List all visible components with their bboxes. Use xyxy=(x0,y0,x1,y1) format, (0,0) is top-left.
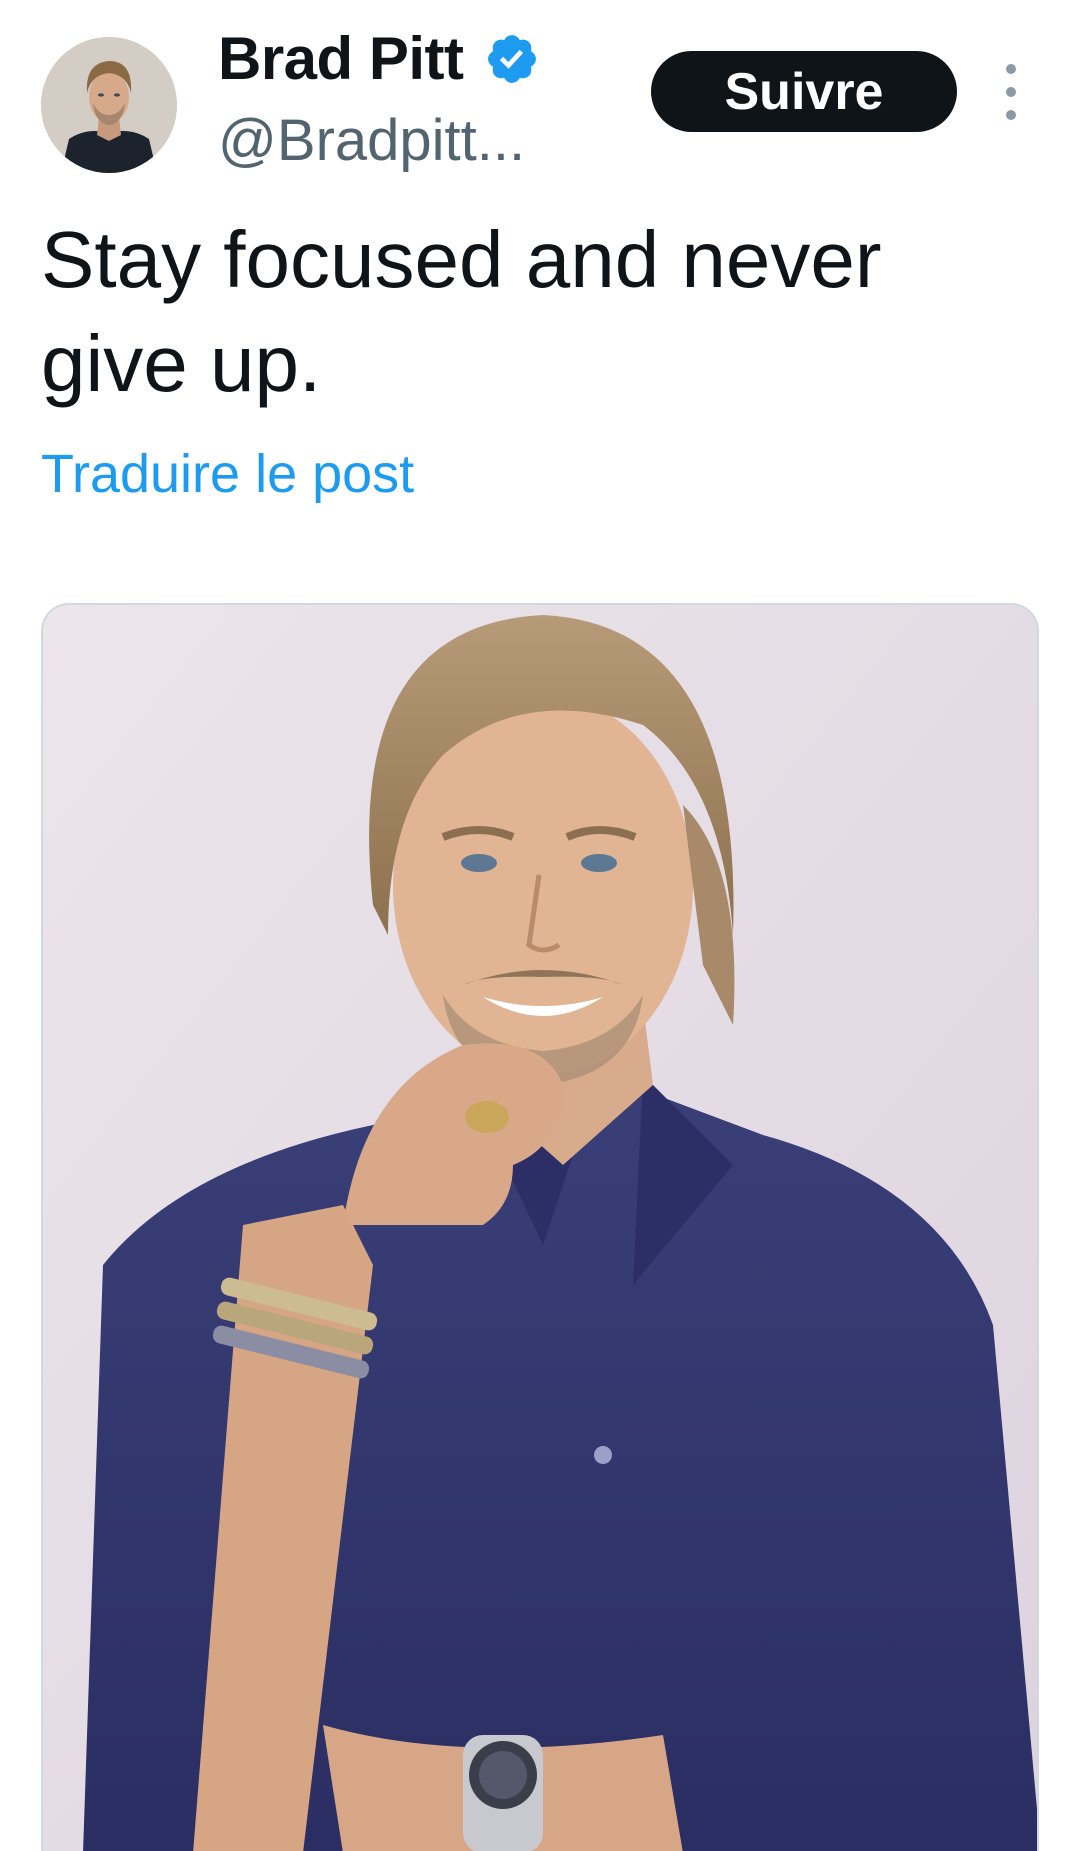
avatar-image xyxy=(41,37,177,173)
more-dot xyxy=(1006,64,1016,74)
more-dot xyxy=(1006,110,1016,120)
more-dot xyxy=(1006,87,1016,97)
author-display-name[interactable]: Brad Pitt xyxy=(218,26,464,92)
more-vertical-icon[interactable] xyxy=(998,64,1024,120)
follow-button[interactable]: Suivre xyxy=(651,51,957,132)
author-name-row: Brad Pitt xyxy=(218,26,540,92)
author-avatar[interactable] xyxy=(41,37,177,173)
author-handle[interactable]: @Bradpitt... xyxy=(218,108,525,174)
media-photo xyxy=(43,605,1037,1851)
post-text: Stay focused and never give up. xyxy=(41,215,882,408)
post-media-image[interactable] xyxy=(41,603,1039,1851)
verified-badge-icon xyxy=(484,31,540,87)
translate-post-link[interactable]: Traduire le post xyxy=(41,442,414,506)
post-header: Brad Pitt @Bradpitt... Suivre xyxy=(0,0,1080,190)
